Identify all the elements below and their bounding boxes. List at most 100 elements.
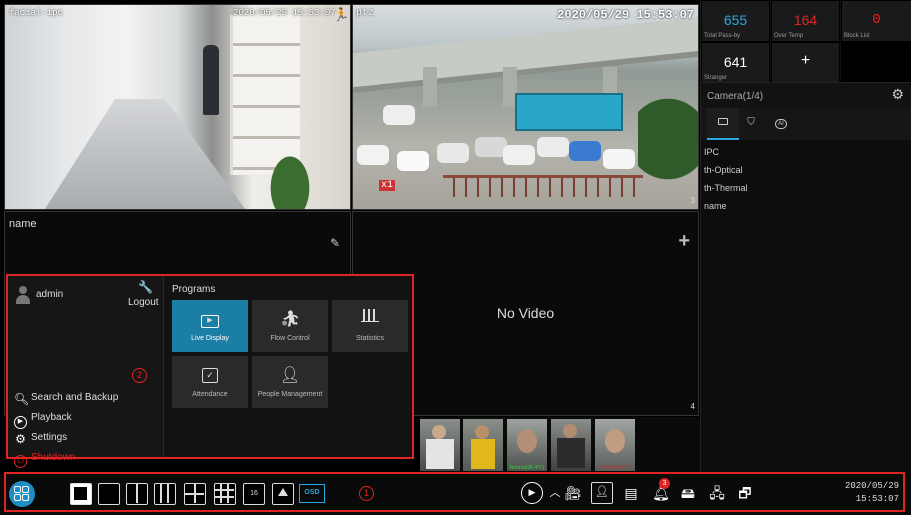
logout-button[interactable]: Logout — [128, 297, 159, 308]
layout-16-icon[interactable]: 16 — [243, 483, 265, 505]
stat-value: 0 — [872, 12, 881, 28]
program-live-display[interactable]: ▶ Live Display — [172, 300, 248, 352]
program-label: Flow Control — [270, 335, 310, 342]
program-statistics[interactable]: Statistics — [332, 300, 408, 352]
layout-9-icon[interactable] — [214, 483, 236, 505]
playback-icon: ▶ — [14, 416, 27, 429]
record-camera-icon[interactable]: 🎥︎ — [562, 482, 584, 504]
snapshot[interactable] — [551, 419, 591, 471]
plus-icon: + — [800, 52, 811, 69]
edit-icon[interactable]: ✎ — [330, 236, 340, 250]
annotation-badge: 1 — [359, 486, 374, 501]
menu-link-label: Settings — [31, 432, 68, 443]
snapshot-caption: Over(37.9°C) — [600, 465, 630, 471]
menu-left-pane: admin 🔧 Logout 2 🔍︎ Search and Backup ▶ Pl… — [8, 276, 164, 468]
stat-block-list[interactable]: 0 Block List — [841, 0, 911, 42]
stat-value: 641 — [723, 54, 748, 70]
layout-2-icon[interactable] — [126, 483, 148, 505]
layout-4-icon[interactable] — [184, 483, 206, 505]
camera-list-item[interactable]: IPC — [701, 143, 911, 161]
snapshot[interactable] — [463, 419, 503, 471]
program-label: Statistics — [355, 335, 384, 342]
gear-icon[interactable]: ⚙ — [891, 86, 904, 103]
camera-icon — [718, 118, 728, 125]
start-menu: admin 🔧 Logout 2 🔍︎ Search and Backup ▶ Pl… — [6, 274, 414, 468]
stat-empty-slot — [841, 42, 911, 84]
snapshot[interactable] — [420, 419, 460, 471]
fence — [443, 175, 643, 197]
settings-link[interactable]: ⚙ Settings — [14, 432, 67, 446]
camera-tabs: ⛉ AI — [701, 108, 911, 140]
shield-icon: ⛉ — [747, 117, 755, 128]
people-management-icon: 👤︎ — [279, 367, 301, 384]
snapshot-list-icon[interactable]: ▤ — [620, 482, 642, 504]
video-tile-facial-ipc[interactable]: facial-ipc 2020/05/29 15:53:07 🏃 — [4, 4, 351, 210]
person — [203, 45, 219, 115]
program-flow-control[interactable]: ⛹︎ Flow Control — [252, 300, 328, 352]
program-label: People Management — [257, 391, 323, 398]
channel-number: 4 — [690, 402, 695, 411]
add-camera-icon[interactable]: + — [678, 230, 690, 253]
alarm-count-badge: 3 — [659, 478, 670, 489]
program-attendance[interactable]: ✓ Attendance — [172, 356, 248, 408]
bus — [515, 93, 623, 131]
disk-icon[interactable]: 🖴 — [677, 482, 699, 504]
car — [537, 137, 569, 157]
osd-button[interactable]: OSD — [299, 484, 325, 503]
shutdown-link[interactable]: ⏻ Shutdown — [14, 452, 75, 468]
program-label: Attendance — [192, 391, 228, 398]
snapshot-caption: Normal(36.4°C) — [509, 465, 545, 471]
camera-list-item[interactable]: th-Optical — [701, 161, 911, 179]
wrench-icon[interactable]: 🔧 — [138, 280, 153, 294]
tab-shield[interactable]: ⛉ — [735, 108, 767, 140]
stat-total-pass-by[interactable]: 655 Total Pass-by — [701, 0, 770, 42]
face — [517, 429, 537, 453]
face — [475, 425, 489, 439]
video-tile-ptz[interactable]: ptz 2020/05/29 15:53:07 x1 3 — [352, 4, 699, 210]
annotation-badge: 2 — [132, 368, 147, 383]
car — [603, 149, 635, 169]
ai-icon: AI — [775, 119, 787, 129]
menu-link-label: Playback — [31, 412, 72, 423]
snapshot[interactable]: Normal(36.4°C) — [507, 419, 547, 471]
tile-index-label: x1 — [379, 180, 396, 191]
network-icon[interactable]: 🖧 — [706, 482, 728, 504]
flow-control-icon: ⛹︎ — [279, 311, 301, 328]
right-panel: 655 Total Pass-by 164 Over Temp 0 Block … — [700, 0, 911, 474]
stat-over-temp[interactable]: 164 Over Temp — [771, 0, 840, 42]
search-icon: 🔍︎ — [14, 392, 30, 406]
add-stat-button[interactable]: + — [771, 42, 840, 84]
car — [503, 145, 535, 165]
car — [437, 143, 469, 163]
corridor-floor — [45, 99, 245, 209]
sequence-icon[interactable] — [272, 483, 294, 505]
tab-ai[interactable]: AI — [765, 108, 797, 140]
channel-number: 3 — [690, 196, 695, 205]
attendance-icon: ✓ — [172, 365, 248, 385]
car — [569, 141, 601, 161]
camera-list-item[interactable]: th-Thermal — [701, 179, 911, 197]
camera-list-item[interactable]: name — [701, 197, 911, 215]
camera-count-title: Camera(1/4) — [707, 91, 764, 102]
camera-list: IPC th-Optical th-Thermal name — [701, 143, 911, 215]
statistics-icon — [332, 309, 408, 329]
face-search-icon[interactable]: 👤︎ — [591, 482, 613, 504]
program-people-management[interactable]: 👤︎ People Management — [252, 356, 328, 408]
stat-stranger[interactable]: 641 Stranger — [701, 42, 770, 84]
face — [605, 429, 625, 453]
layout-1-icon[interactable] — [98, 483, 120, 505]
figure — [557, 438, 585, 468]
figure — [471, 439, 495, 469]
clock-date: 2020/05/29 — [844, 481, 899, 491]
playback-icon[interactable]: ▶ — [521, 482, 543, 504]
start-menu-button[interactable] — [9, 481, 35, 507]
snapshot[interactable]: Over(37.9°C) — [595, 419, 635, 471]
tree — [638, 95, 698, 205]
osd-channel-name: ptz — [356, 8, 375, 19]
search-and-backup-link[interactable]: 🔍︎ Search and Backup — [14, 392, 118, 406]
layout-3-icon[interactable] — [154, 483, 176, 505]
fullscreen-icon[interactable] — [70, 483, 92, 505]
clock-time: 15:53:07 — [855, 494, 899, 504]
playback-link[interactable]: ▶ Playback — [14, 412, 72, 429]
multi-screen-icon[interactable]: 🗗 — [734, 482, 756, 504]
